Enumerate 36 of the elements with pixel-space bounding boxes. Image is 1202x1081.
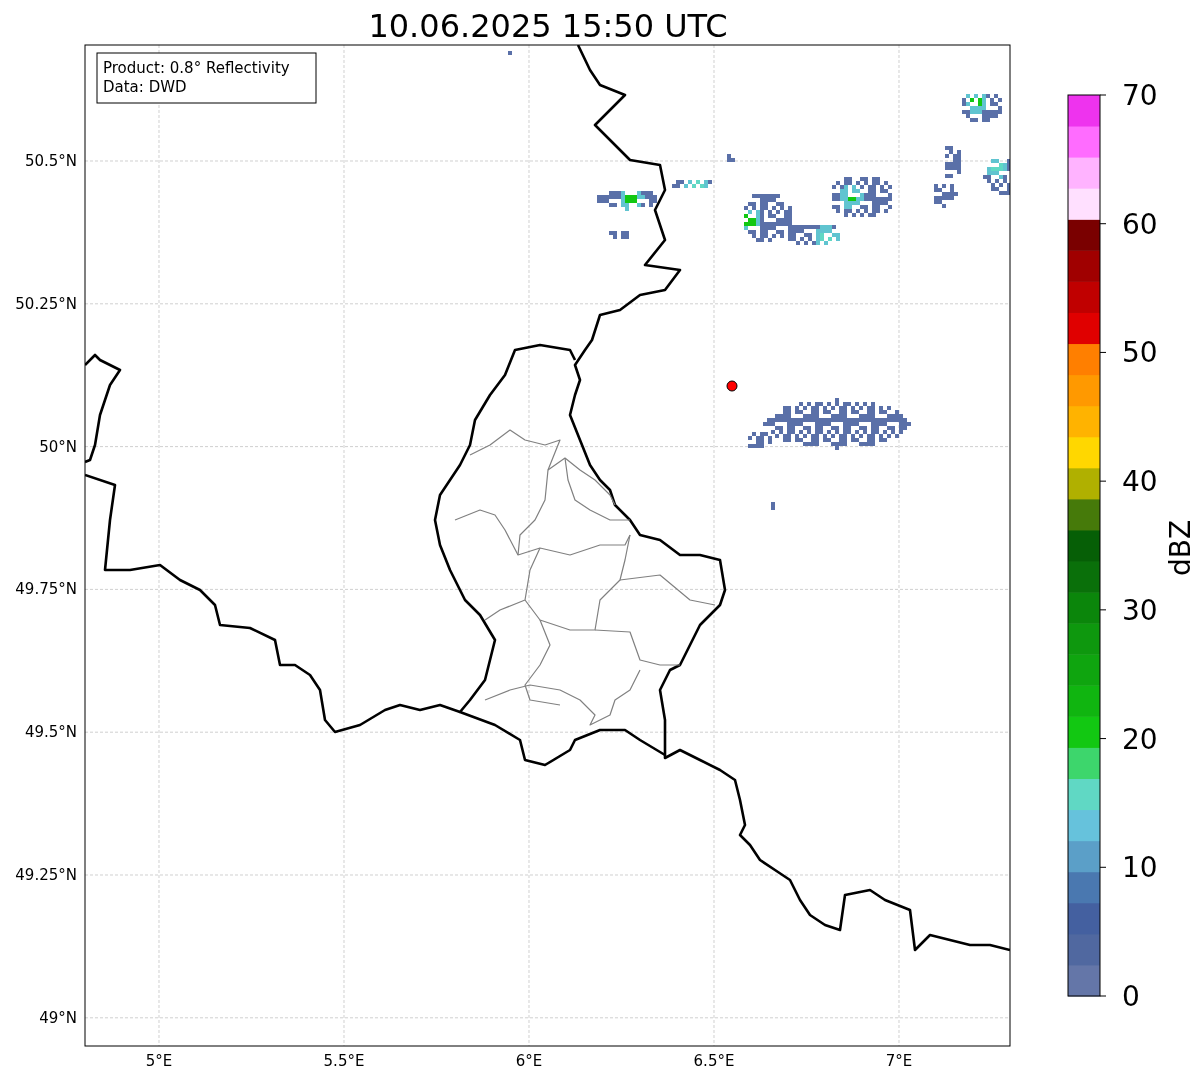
location-marker-icon [726, 380, 738, 392]
colorbar-label: dBZ [1164, 519, 1197, 577]
colorbar-tick-label: 50 [1122, 336, 1158, 370]
colorbar-tick-label: 10 [1122, 851, 1158, 885]
radar-echo [727, 154, 735, 162]
radar-echo [672, 180, 712, 188]
colorbar-tick-label: 20 [1122, 722, 1158, 756]
colorbar-tick-label: 40 [1122, 465, 1158, 499]
radar-echo [983, 159, 1010, 195]
radar-echo [771, 502, 775, 510]
axis-tick-label: 7°E [885, 1052, 913, 1070]
axis-tick-label: 49.5°N [24, 723, 77, 742]
axis-tick-label: 49.25°N [15, 866, 77, 884]
radar-echo [609, 231, 629, 239]
radar-echo [832, 177, 892, 217]
axis-tick-label: 49°N [39, 1008, 77, 1027]
axis-tick-label: 50.5°N [24, 152, 77, 170]
radar-echo [934, 184, 958, 208]
axis-tick-label: 5°E [145, 1052, 173, 1070]
axis-tick-label: 49.75°N [15, 580, 77, 599]
radar-echo [508, 51, 512, 55]
radar-echo [962, 94, 1002, 122]
colorbar-tick-label: 30 [1122, 593, 1158, 627]
radar-echo [945, 146, 961, 178]
colorbar-tick-label: 60 [1122, 207, 1158, 241]
axis-tick-label: 50°N [39, 437, 77, 456]
info-text: Product: 0.8° Reflectivity [103, 59, 290, 77]
colorbar-tick-label: 70 [1122, 79, 1158, 112]
colorbar-tick-label: 0 [1122, 980, 1140, 1013]
chart-title: 10.06.2025 15:50 UTC [368, 7, 728, 45]
axis-tick-label: 5.5°E [323, 1052, 365, 1070]
radar-echo [597, 191, 657, 211]
axis-tick-label: 50.25°N [15, 294, 77, 313]
info-text: Data: DWD [103, 78, 187, 96]
axis-tick-label: 6.5°E [693, 1052, 735, 1070]
axis-tick-label: 6°E [515, 1052, 543, 1070]
